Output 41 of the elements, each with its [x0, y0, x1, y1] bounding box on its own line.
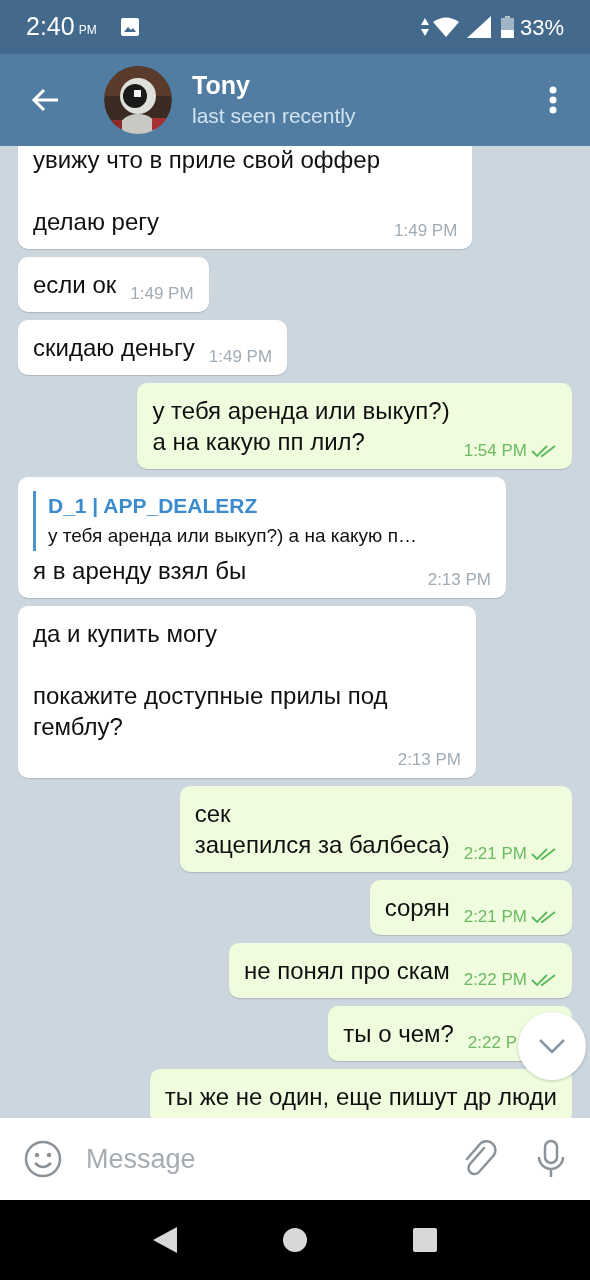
message-time: 2:13 PM — [397, 749, 461, 771]
message-text: у тебя аренда или выкуп?) а на какую пп лил? — [152, 396, 450, 457]
chevron-down-icon — [538, 1038, 566, 1054]
message-time: 2:21 PM — [463, 843, 527, 865]
contact-status: last seen recently — [192, 103, 357, 129]
data-arrows-icon — [420, 18, 429, 36]
message-time: 1:54 PM — [463, 440, 527, 462]
message-time: 2:13 PM — [427, 569, 491, 591]
emoji-icon[interactable] — [24, 1140, 62, 1178]
message-time: 2:22 P — [467, 1032, 517, 1054]
message-time: 2:21 PM — [463, 906, 527, 928]
message-time: 1:49 PM — [130, 283, 194, 305]
message-text: ты же не один, еще пишут др люди — [164, 1082, 557, 1112]
back-arrow-icon — [31, 88, 59, 112]
message-text: ты о чем? — [343, 1019, 454, 1049]
battery-icon — [500, 16, 514, 38]
message-text: скидаю деньгу — [33, 333, 195, 363]
image-icon — [120, 18, 139, 36]
status-ampm: PM — [78, 22, 97, 39]
message-input[interactable]: Message — [86, 1138, 452, 1180]
contact-name: Tony — [192, 70, 251, 101]
reply-quote[interactable]: D_1 | APP_DEALERZ у тебя аренда или выкуп?) а на какую п… — [33, 491, 491, 551]
back-icon[interactable] — [153, 1227, 177, 1253]
message-time: 1:49 PM — [208, 346, 273, 368]
message-text: сорян — [384, 893, 450, 923]
status-time: 2:40 — [26, 11, 75, 43]
home-icon[interactable] — [283, 1228, 307, 1252]
message-text: если ок — [33, 270, 117, 300]
message-text: сек зацепился за балбеса) — [194, 799, 450, 860]
message-text: да и купить могу покажите доступные прилы под гемблу? — [33, 619, 389, 742]
more-icon — [549, 86, 557, 114]
message-time: 1:49 PM — [394, 220, 458, 242]
wifi-icon — [432, 17, 459, 37]
signal-icon — [466, 16, 491, 38]
reply-text: у тебя аренда или выкуп?) а на какую п… — [48, 524, 418, 548]
message-text: я в аренду взял бы — [33, 556, 247, 586]
message-text: не понял про скам — [243, 956, 450, 986]
microphone-icon[interactable] — [536, 1139, 566, 1179]
battery-percent: 33% — [519, 13, 564, 42]
message-time: 2:22 PM — [463, 969, 527, 991]
reply-author: D_1 | APP_DEALERZ — [48, 493, 259, 519]
